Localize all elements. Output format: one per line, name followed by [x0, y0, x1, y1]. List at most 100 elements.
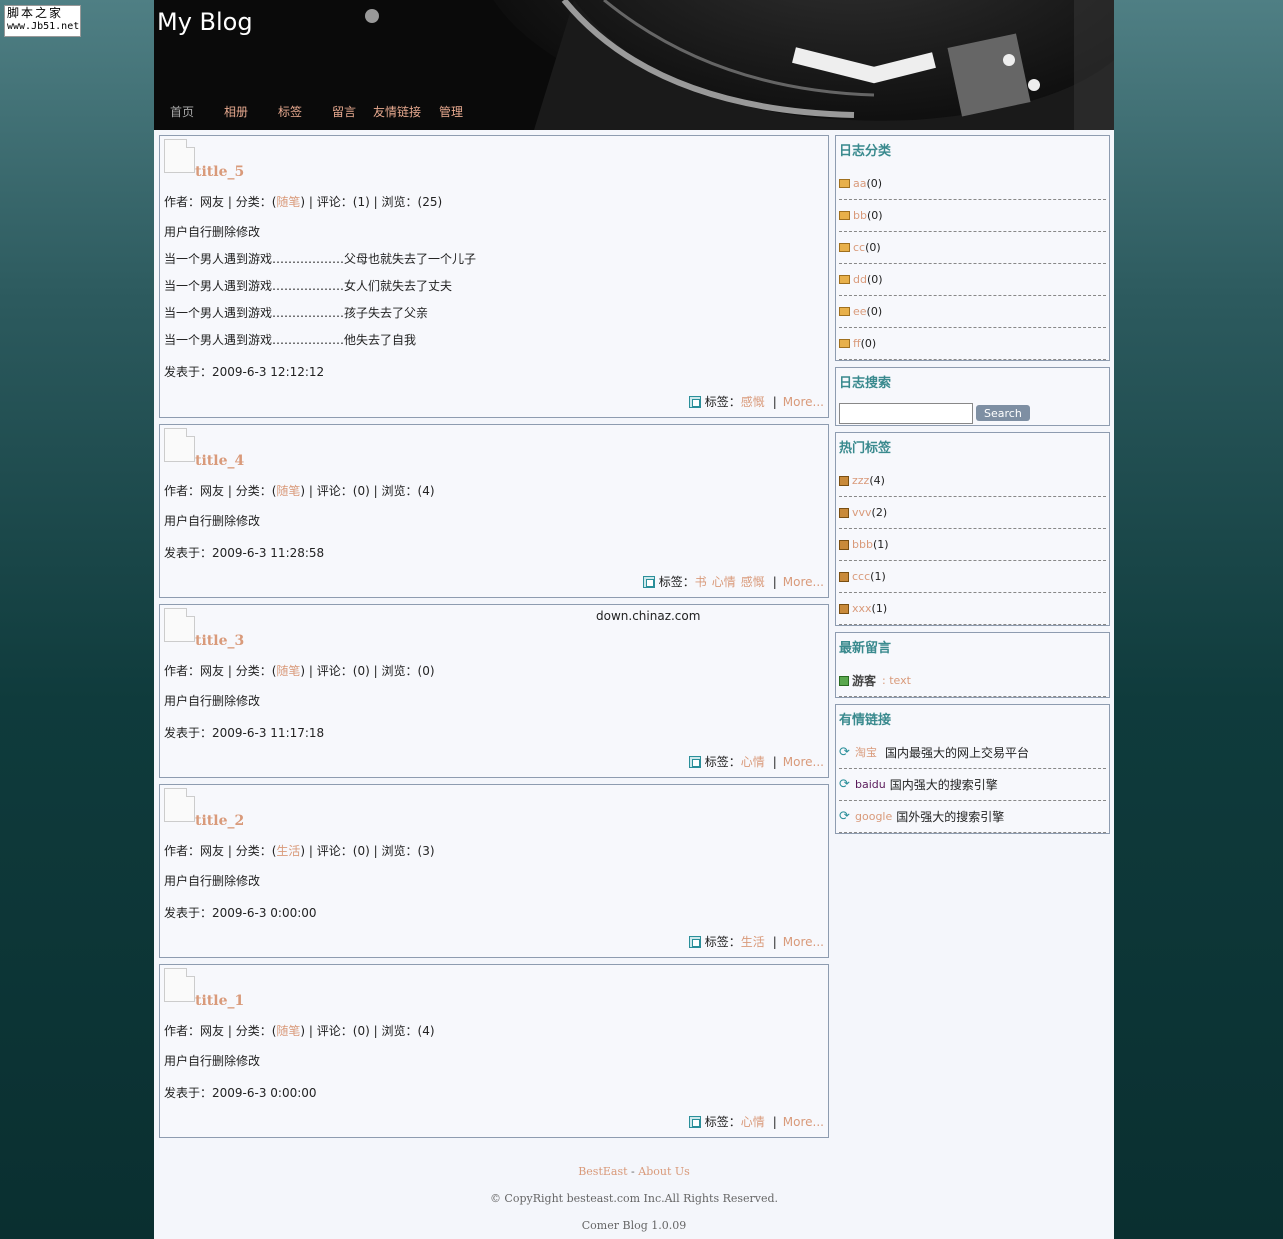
tag-icon: [839, 539, 849, 550]
post-card: title_4 作者：网友 | 分类：(随笔) | 评论：(0) | 浏览：(4…: [159, 424, 829, 598]
hot-tag-link[interactable]: ccc: [852, 561, 870, 593]
category-item: ff (0): [839, 328, 1106, 360]
category-link[interactable]: ff: [853, 328, 861, 360]
tag-icon: [688, 935, 701, 948]
post-body-line: 用户自行删除修改: [164, 874, 261, 888]
post-footer: 标签：书心情 感慨 | More...: [642, 573, 824, 590]
category-item: cc (0): [839, 232, 1106, 264]
post-body-line: 当一个男人遇到游戏………………孩子失去了父亲: [164, 306, 429, 320]
hot-tag-link[interactable]: xxx: [852, 593, 872, 625]
post-title[interactable]: title_4: [195, 453, 244, 469]
more-link[interactable]: More...: [783, 935, 824, 949]
categories-heading: 日志分类: [839, 144, 892, 159]
category-link[interactable]: aa: [853, 168, 866, 200]
category-item: dd (0): [839, 264, 1106, 296]
post-tag-link[interactable]: 感慨: [741, 573, 765, 590]
post-tag-link[interactable]: 感慨: [741, 393, 765, 410]
post-card: title_3 作者：网友 | 分类：(随笔) | 评论：(0) | 浏览：(0…: [159, 604, 829, 778]
nav-admin[interactable]: 管理: [439, 103, 463, 120]
post-title[interactable]: title_2: [195, 813, 244, 829]
nav-tags[interactable]: 标签: [278, 103, 302, 120]
more-link[interactable]: More...: [783, 755, 824, 769]
post-body-line: 用户自行删除修改: [164, 1054, 261, 1068]
more-link[interactable]: More...: [783, 1115, 824, 1129]
friend-link[interactable]: baidu: [855, 769, 886, 801]
hot-tag-link[interactable]: zzz: [852, 465, 869, 497]
post-category-link[interactable]: 随笔: [276, 1024, 300, 1038]
post-card: title_1 作者：网友 | 分类：(随笔) | 评论：(0) | 浏览：(4…: [159, 964, 829, 1138]
hot-tags-box: 热门标签 zzz (4) vvv (2) bbb (1) ccc (1) xxx (1): [835, 432, 1110, 626]
hot-tag-item: xxx (1): [839, 593, 1106, 625]
category-item: ee (0): [839, 296, 1106, 328]
message-icon: [839, 675, 849, 686]
nav-home[interactable]: 首页: [170, 103, 194, 120]
footer-link-besteast[interactable]: BestEast: [578, 1165, 627, 1178]
watermark-logo: 脚本之家 www.Jb51.net: [4, 5, 81, 37]
post-footer: 标签： 心情 | More...: [688, 1113, 824, 1130]
post-date: 发表于：2009-6-3 12:12:12: [164, 365, 325, 379]
post-title[interactable]: title_5: [195, 164, 244, 180]
search-button[interactable]: Search: [976, 405, 1030, 421]
post-body-line: 当一个男人遇到游戏………………他失去了自我: [164, 333, 417, 347]
messages-box: 最新留言 游客: text: [835, 632, 1110, 698]
tag-icon: [688, 1115, 701, 1128]
page: My Blog 首页 相册 标签 留言 友情链接 管理 title_5 作者：网…: [154, 0, 1114, 1239]
folder-icon: [839, 179, 850, 188]
post-body-line: 用户自行删除修改: [164, 514, 261, 528]
search-box: 日志搜索 Search: [835, 367, 1110, 426]
post-image-placeholder: [164, 788, 195, 822]
footer-version: Comer Blog 1.0.09: [581, 1219, 687, 1232]
post-category-link[interactable]: 随笔: [276, 664, 300, 678]
header-banner: My Blog 首页 相册 标签 留言 友情链接 管理: [154, 0, 1114, 130]
nav-friend-links[interactable]: 友情链接: [373, 103, 421, 120]
post-image-placeholder: [164, 608, 195, 642]
post-title[interactable]: title_1: [195, 993, 244, 1009]
footer-link-about[interactable]: About Us: [638, 1165, 690, 1178]
link-icon: ⟳: [839, 777, 850, 792]
category-link[interactable]: cc: [853, 232, 865, 264]
tag-icon: [688, 395, 701, 408]
post-category-link[interactable]: 随笔: [276, 484, 300, 498]
hot-tag-link[interactable]: vvv: [852, 497, 872, 529]
nav-album[interactable]: 相册: [224, 103, 248, 120]
post-footer: 标签： 心情 | More...: [688, 753, 824, 770]
chinaz-watermark-text: down.chinaz.com: [596, 609, 701, 623]
post-card: title_5 作者：网友 | 分类：(随笔) | 评论：(1) | 浏览：(2…: [159, 135, 829, 418]
post-tag-link[interactable]: 心情: [741, 1113, 765, 1130]
category-link[interactable]: dd: [853, 264, 867, 296]
post-tag-link[interactable]: 心情: [712, 573, 736, 590]
post-footer: 标签： 感慨 | More...: [688, 393, 824, 410]
post-tag-link[interactable]: 书: [695, 573, 707, 590]
search-input[interactable]: [839, 402, 973, 424]
tag-icon: [642, 575, 655, 588]
post-category-link[interactable]: 随笔: [276, 195, 300, 209]
messages-heading: 最新留言: [839, 641, 892, 656]
post-image-placeholder: [164, 968, 195, 1002]
links-heading: 有情链接: [839, 713, 892, 728]
sidebar: 日志分类 aa (0) bb (0) cc (0) dd (0) ee (0) ff (0)…: [835, 135, 1110, 840]
nav-guestbook[interactable]: 留言: [332, 103, 356, 120]
post-body-line: 当一个男人遇到游戏………………女人们就失去了丈夫: [164, 279, 453, 293]
more-link[interactable]: More...: [783, 575, 824, 589]
hot-tag-link[interactable]: bbb: [852, 529, 873, 561]
main-nav: 首页 相册 标签 留言 友情链接 管理: [154, 103, 463, 120]
message-link[interactable]: : text: [882, 665, 911, 697]
friend-link[interactable]: google: [855, 801, 892, 833]
category-link[interactable]: ee: [853, 296, 867, 328]
post-category-link[interactable]: 生活: [276, 844, 300, 858]
post-body-line: 当一个男人遇到游戏………………父母也就失去了一个儿子: [164, 252, 477, 266]
friend-link[interactable]: 淘宝: [855, 737, 877, 769]
post-tag-link[interactable]: 生活: [741, 933, 765, 950]
search-heading: 日志搜索: [839, 376, 892, 391]
post-image-placeholder: [164, 428, 195, 462]
category-link[interactable]: bb: [853, 200, 867, 232]
categories-box: 日志分类 aa (0) bb (0) cc (0) dd (0) ee (0) ff (0): [835, 135, 1110, 361]
message-item: 游客: text: [839, 665, 1106, 697]
more-link[interactable]: More...: [783, 395, 824, 409]
post-tag-link[interactable]: 心情: [741, 753, 765, 770]
tag-icon: [839, 507, 849, 518]
post-meta: 作者：网友 | 分类：(生活) | 评论：(0) | 浏览：(3): [164, 844, 435, 858]
link-icon: ⟳: [839, 745, 850, 760]
post-title[interactable]: title_3: [195, 633, 244, 649]
footer: BestEast - About Us © CopyRight besteast…: [154, 1158, 1114, 1239]
